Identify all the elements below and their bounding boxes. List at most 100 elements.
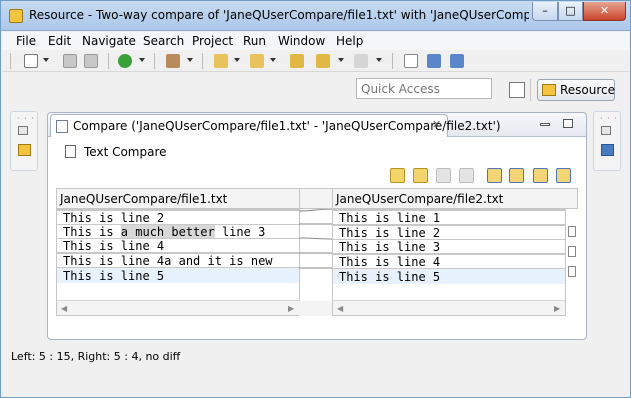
text-compare-icon — [65, 145, 76, 158]
restore-icon[interactable] — [18, 126, 28, 135]
left-line-2: This is a much better line 3 — [57, 224, 299, 239]
overview-ruler-marker[interactable] — [568, 226, 576, 237]
save-icon[interactable] — [63, 54, 77, 68]
text-compare-title: Text Compare — [84, 145, 167, 159]
left-line-2-change: a much better — [120, 225, 215, 239]
run-icon[interactable] — [118, 54, 132, 68]
back-icon[interactable] — [316, 54, 330, 68]
gutter-scroll-filler — [299, 301, 333, 316]
menu-run[interactable]: Run — [243, 34, 266, 48]
menu-project[interactable]: Project — [192, 34, 233, 48]
minimize-button[interactable]: – — [532, 2, 558, 21]
next-change-icon[interactable] — [533, 168, 548, 183]
right-line-1: This is line 1 — [333, 210, 565, 225]
scroll-left-icon[interactable]: ◀ — [61, 304, 67, 313]
menu-file[interactable]: File — [16, 34, 36, 48]
compare-editor: Compare ('JaneQUserCompare/file1.txt' - … — [47, 112, 587, 340]
app-window: Resource - Two-way compare of 'JaneQUser… — [0, 0, 631, 398]
scroll-left-icon[interactable]: ◀ — [337, 304, 343, 313]
compare-icon — [56, 120, 68, 133]
previous-annotation-dropdown-icon[interactable] — [270, 58, 276, 62]
menu-navigate[interactable]: Navigate — [82, 34, 136, 48]
forward-icon[interactable] — [354, 54, 368, 68]
next-difference-icon[interactable] — [427, 54, 441, 68]
left-line-3: This is line 4 — [57, 238, 299, 253]
perspective-separator — [530, 79, 531, 101]
left-line-4: This is line 4a and it is new — [57, 253, 299, 268]
previous-annotation-icon[interactable] — [250, 54, 264, 68]
previous-difference-icon[interactable] — [450, 54, 464, 68]
menu-edit[interactable]: Edit — [48, 34, 71, 48]
editor-tab-bar: Compare ('JaneQUserCompare/file1.txt' - … — [48, 113, 586, 137]
next-difference-icon[interactable] — [487, 168, 502, 183]
toolbar-separator — [392, 53, 393, 69]
right-line-4: This is line 4 — [333, 254, 565, 269]
left-horizontal-scrollbar[interactable]: ◀ ▶ — [57, 300, 299, 315]
right-trim-stack: · · · · — [593, 111, 621, 171]
left-line-1: This is line 2 — [57, 210, 299, 225]
search-dropdown-icon[interactable] — [187, 58, 193, 62]
right-horizontal-scrollbar[interactable]: ◀ ▶ — [333, 300, 565, 315]
title-bar: Resource - Two-way compare of 'JaneQUser… — [1, 1, 630, 31]
restore-icon[interactable] — [601, 126, 611, 135]
left-line-2-prefix: This is — [63, 225, 121, 239]
scroll-right-icon[interactable]: ▶ — [554, 304, 560, 313]
outline-icon[interactable] — [601, 144, 614, 156]
last-edit-icon[interactable] — [290, 54, 304, 68]
menu-bar: File Edit Navigate Search Project Run Wi… — [2, 32, 629, 50]
new-icon[interactable] — [24, 54, 38, 68]
diff-connector — [299, 237, 333, 240]
window-title: Resource - Two-way compare of 'JaneQUser… — [29, 8, 529, 22]
new-dropdown-icon[interactable] — [43, 58, 49, 62]
open-perspective-icon[interactable] — [509, 82, 525, 98]
scroll-right-icon[interactable]: ▶ — [288, 304, 294, 313]
menu-help[interactable]: Help — [336, 34, 363, 48]
search-icon[interactable] — [166, 54, 180, 68]
center-gutter-header — [299, 188, 333, 209]
compare-toolbar — [388, 168, 578, 186]
right-pane[interactable]: This is line 1 This is line 2 This is li… — [332, 209, 566, 316]
copy-all-right-to-left-icon[interactable] — [413, 168, 428, 183]
copy-current-right-to-left-icon[interactable] — [459, 168, 474, 183]
close-tab-icon[interactable]: ✕ — [432, 118, 441, 131]
next-annotation-icon[interactable] — [214, 54, 228, 68]
right-line-2: This is line 2 — [333, 225, 565, 240]
compare-editor-tab[interactable]: Compare ('JaneQUserCompare/file1.txt' - … — [50, 114, 501, 137]
app-icon — [9, 9, 23, 23]
toolbar-separator — [154, 53, 155, 69]
right-line-5: This is line 5 — [333, 269, 565, 284]
left-line-2-suffix: line 3 — [214, 225, 266, 239]
copy-all-left-to-right-icon[interactable] — [390, 168, 405, 183]
save-all-icon[interactable] — [84, 54, 98, 68]
overview-ruler-marker[interactable] — [568, 246, 576, 257]
copy-current-left-to-right-icon[interactable] — [436, 168, 451, 183]
minimize-view-icon[interactable] — [540, 123, 550, 126]
previous-change-icon[interactable] — [556, 168, 571, 183]
toolbar-separator — [108, 53, 109, 69]
toolbar-separator — [202, 53, 203, 69]
menu-window[interactable]: Window — [278, 34, 325, 48]
close-button[interactable]: ✕ — [583, 2, 626, 21]
left-line-5: This is line 5 — [57, 268, 299, 283]
run-dropdown-icon[interactable] — [139, 58, 145, 62]
forward-dropdown-icon[interactable] — [376, 58, 382, 62]
next-annotation-dropdown-icon[interactable] — [234, 58, 240, 62]
left-pane[interactable]: This is line 2 This is a much better lin… — [56, 209, 300, 316]
maximize-button[interactable]: □ — [558, 2, 583, 21]
resource-perspective-icon — [542, 84, 556, 96]
menu-search[interactable]: Search — [143, 34, 184, 48]
diff-connector-gutter — [299, 209, 333, 316]
previous-difference-icon[interactable] — [509, 168, 524, 183]
resource-perspective-button[interactable]: Resource — [537, 79, 615, 101]
quick-access-input[interactable] — [356, 78, 492, 99]
project-explorer-icon[interactable] — [18, 144, 31, 156]
maximize-view-icon[interactable] — [563, 119, 573, 128]
compare-mode-icon[interactable] — [404, 54, 418, 68]
resource-perspective-label: Resource — [560, 83, 616, 97]
overview-ruler-marker[interactable] — [568, 266, 576, 277]
left-pane-header: JaneQUserCompare/file1.txt — [56, 188, 300, 209]
status-bar-text: Left: 5 : 15, Right: 5 : 4, no diff — [11, 350, 181, 363]
back-dropdown-icon[interactable] — [338, 58, 344, 62]
toolbar-separator — [10, 53, 11, 69]
diff-connector — [299, 209, 333, 212]
